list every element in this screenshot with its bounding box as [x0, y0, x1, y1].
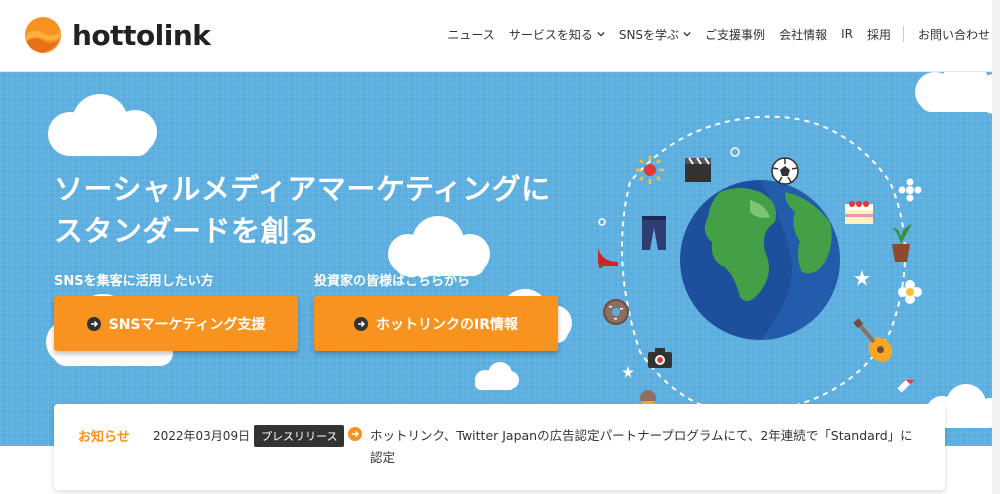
arrow-right-circle-icon [86, 316, 101, 331]
page-scrollbar[interactable] [992, 0, 1000, 494]
brand-name: hottolink [72, 18, 211, 52]
hero-illustration [598, 115, 922, 432]
chevron-down-icon [683, 31, 691, 37]
camera-icon [648, 348, 672, 368]
nav-item-news[interactable]: ニュース [447, 26, 494, 43]
news-heading: お知らせ [78, 430, 130, 445]
plant-icon [892, 224, 912, 262]
donut-icon [603, 299, 629, 325]
news-headline-link[interactable]: ホットリンク、Twitter Japanの広告認定パートナープログラムにて、2年… [370, 425, 915, 469]
nav-item-services[interactable]: サービスを知る [509, 26, 605, 43]
nav-label: お問い合わせ [917, 27, 990, 42]
nav-label: ニュース [447, 27, 495, 42]
guitar-icon [853, 318, 893, 362]
logo[interactable]: hottolink [24, 16, 211, 54]
cta-ir-caption: 投資家の皆様はこちらから [314, 274, 471, 289]
nav-label: SNSを学ぶ [618, 27, 680, 42]
button-label: SNSマーケティング支援 [108, 316, 266, 333]
nav-item-case-studies[interactable]: ご支援事例 [705, 26, 765, 43]
news-date: 2022年03月09日 [153, 429, 251, 443]
sns-marketing-button[interactable]: SNSマーケティング支援 [54, 296, 298, 351]
headline-line: ソーシャルメディアマーケティングに [54, 172, 551, 206]
cta-sns-caption: SNSを集客に活用したい方 [54, 274, 214, 289]
headline-line: スタンダードを創る [54, 214, 320, 248]
cloud-decoration [475, 362, 519, 390]
cloud-decoration [48, 94, 157, 156]
nav-label: ご支援事例 [705, 27, 766, 42]
nav-label: サービスを知る [508, 27, 593, 42]
snowflake-icon [898, 178, 922, 202]
sun-icon [636, 156, 664, 184]
chevron-down-icon [597, 31, 605, 37]
soccer-ball-icon [771, 157, 799, 185]
nav-item-company[interactable]: 会社情報 [779, 26, 827, 43]
hero-headline: ソーシャルメディアマーケティングに スタンダードを創る [54, 168, 551, 252]
main-nav: ニュース サービスを知る SNSを学ぶ ご支援事例 会社情報 IR 採用 お問い… [433, 25, 990, 43]
logo-icon [24, 16, 62, 54]
lipstick-icon [897, 379, 915, 393]
flower-icon [898, 280, 922, 304]
news-category-badge: プレスリリース [254, 425, 345, 447]
jeans-icon [642, 216, 666, 250]
site-header: hottolink ニュース サービスを知る SNSを学ぶ ご支援事例 会社情報… [0, 0, 1000, 72]
star-icon [854, 270, 870, 286]
nav-item-ir[interactable]: IR [841, 27, 853, 41]
earth-icon [680, 180, 840, 340]
nav-label: IR [841, 27, 853, 41]
nav-item-recruit[interactable]: 採用 [867, 26, 891, 43]
nav-label: 会社情報 [779, 27, 828, 42]
star-icon [622, 366, 634, 378]
nav-item-learn-sns[interactable]: SNSを学ぶ [619, 26, 691, 43]
arrow-right-circle-icon [348, 427, 362, 441]
news-bar: お知らせ 2022年03月09日 プレスリリース ホットリンク、Twitter … [54, 404, 945, 490]
cake-icon [845, 201, 873, 224]
button-label: ホットリンクのIR情報 [376, 316, 518, 333]
nav-divider [902, 26, 904, 42]
nav-item-contact[interactable]: お問い合わせ [918, 26, 990, 43]
hero-section: ソーシャルメディアマーケティングに スタンダードを創る SNSを集客に活用したい… [0, 72, 1000, 446]
nav-label: 採用 [866, 27, 891, 42]
clapperboard-icon [685, 157, 711, 182]
ir-info-button[interactable]: ホットリンクのIR情報 [314, 296, 558, 351]
arrow-right-circle-icon [354, 316, 368, 331]
high-heel-icon [598, 248, 618, 268]
